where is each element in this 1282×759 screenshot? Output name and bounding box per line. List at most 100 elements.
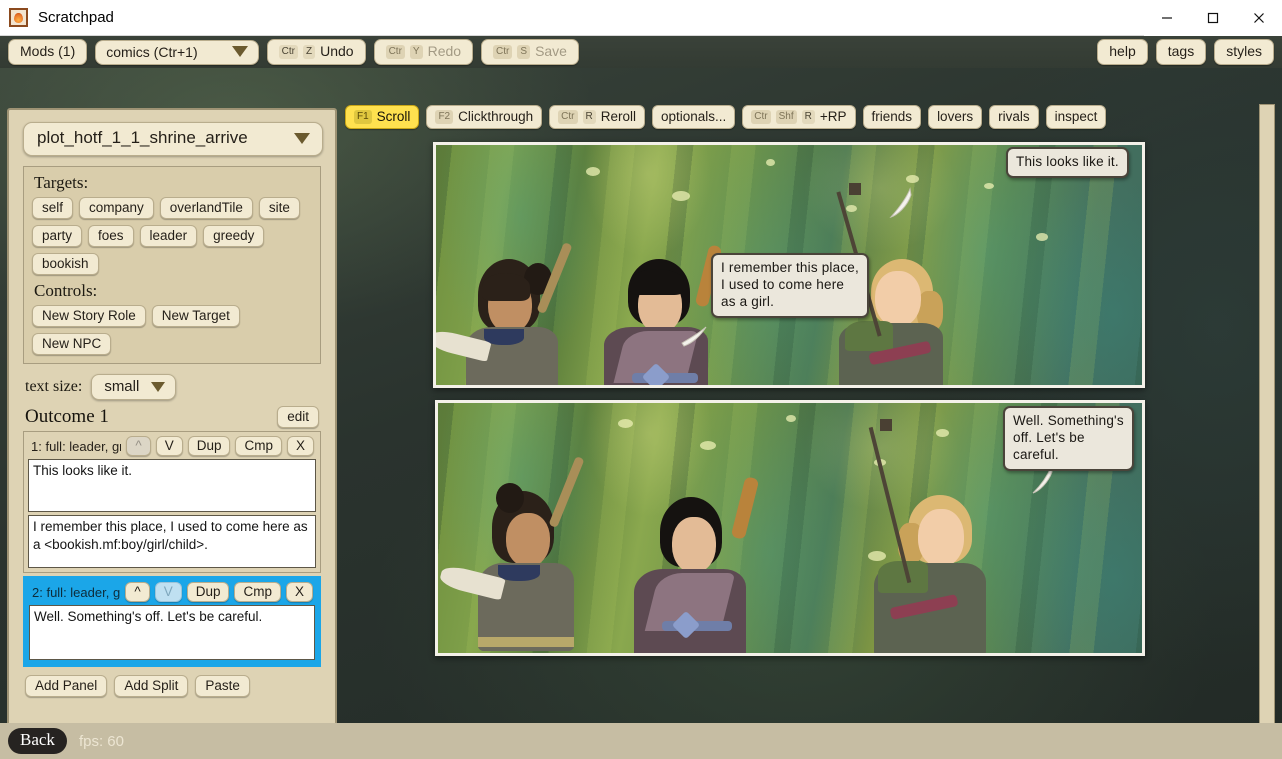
redo-button[interactable]: Ctr Y Redo	[373, 39, 474, 65]
targets-row-1: self company overlandTile site	[32, 197, 312, 219]
scene-dropdown[interactable]: plot_hotf_1_1_shrine_arrive	[23, 122, 323, 156]
reroll-label: Reroll	[600, 109, 636, 124]
panel-card[interactable]: 1: full: leader, gree... ^ V Dup Cmp X T…	[23, 431, 321, 573]
clickthrough-label: Clickthrough	[458, 109, 534, 124]
key-r: R	[582, 109, 596, 124]
view-toolbar: F1 Scroll F2 Clickthrough Ctr R Reroll o…	[345, 104, 1107, 130]
target-chip-company[interactable]: company	[79, 197, 154, 219]
key-z: Z	[302, 44, 316, 59]
maximize-icon[interactable]	[1190, 0, 1236, 36]
comic-panel-1[interactable]: This looks like it. I remember this plac…	[433, 142, 1145, 388]
app-flame-icon	[9, 8, 28, 27]
key-ctr: Ctr	[493, 44, 513, 59]
undo-button[interactable]: Ctr Z Undo	[266, 39, 366, 65]
optionals-button[interactable]: optionals...	[652, 105, 736, 129]
panel-card-selected[interactable]: 2: full: leader, gree... ^ V Dup Cmp X W…	[23, 576, 321, 667]
light-speck	[846, 205, 857, 212]
key-f2: F2	[435, 109, 454, 124]
panel-card-name: 1: full: leader, gree...	[31, 438, 121, 454]
outcome-header: Outcome 1 edit	[25, 406, 319, 428]
target-chip-self[interactable]: self	[32, 197, 74, 219]
panel-text-field[interactable]: I remember this place, I used to come he…	[28, 515, 316, 568]
text-size-value: small	[104, 378, 140, 395]
new-story-role-button[interactable]: New Story Role	[32, 305, 146, 327]
key-ctr: Ctr	[751, 109, 771, 124]
clickthrough-toggle[interactable]: F2 Clickthrough	[426, 105, 543, 129]
panel-move-up-button[interactable]: ^	[126, 436, 151, 456]
reroll-button[interactable]: Ctr R Reroll	[549, 105, 645, 129]
panel-actions: Add Panel Add Split Paste	[25, 675, 327, 697]
mods-button[interactable]: Mods (1)	[8, 39, 88, 65]
light-speck	[786, 415, 796, 422]
help-button[interactable]: help	[1097, 39, 1148, 65]
panel-compare-button[interactable]: Cmp	[235, 436, 282, 456]
add-rp-button[interactable]: Ctr Shf R +RP	[742, 105, 856, 129]
light-speck	[618, 419, 633, 428]
target-chip-leader[interactable]: leader	[139, 225, 198, 247]
light-speck	[766, 159, 775, 166]
target-chip-foes[interactable]: foes	[88, 225, 134, 247]
panel-move-down-button[interactable]: V	[154, 582, 182, 602]
chevron-down-icon	[231, 46, 248, 57]
panel-delete-button[interactable]: X	[285, 582, 313, 602]
light-speck	[1036, 233, 1048, 241]
inspect-button[interactable]: inspect	[1045, 105, 1107, 129]
styles-button[interactable]: styles	[1214, 39, 1274, 65]
window-title: Scratchpad	[38, 9, 114, 26]
vertical-scrollbar[interactable]	[1254, 102, 1280, 754]
panel-move-up-button[interactable]: ^	[125, 582, 150, 602]
project-dropdown[interactable]: comics (Ctr+1)	[95, 39, 259, 65]
light-speck	[984, 183, 994, 189]
target-chip-site[interactable]: site	[258, 197, 300, 219]
editor-sidebar: plot_hotf_1_1_shrine_arrive Targets: sel…	[7, 108, 337, 759]
panel-compare-button[interactable]: Cmp	[234, 582, 281, 602]
scrollbar-thumb[interactable]	[1259, 104, 1275, 752]
panel-delete-button[interactable]: X	[286, 436, 314, 456]
speech-bubble: This looks like it.	[1006, 147, 1129, 178]
edit-button[interactable]: edit	[277, 406, 319, 428]
comic-panel-2[interactable]: Well. Something's off. Let's be careful.	[435, 400, 1145, 656]
panel-card-header: 2: full: leader, gree... ^ V Dup Cmp X	[29, 581, 315, 605]
targets-controls-group: Targets: self company overlandTile site …	[23, 166, 321, 364]
add-split-button[interactable]: Add Split	[114, 675, 189, 697]
target-chip-greedy[interactable]: greedy	[203, 225, 265, 247]
target-chip-bookish[interactable]: bookish	[32, 253, 99, 275]
back-button[interactable]: Back	[8, 728, 67, 754]
panel-move-down-button[interactable]: V	[155, 436, 183, 456]
panel-text-field[interactable]: This looks like it.	[28, 459, 316, 512]
new-npc-button[interactable]: New NPC	[32, 333, 112, 355]
save-label: Save	[535, 43, 567, 59]
panel-text-field[interactable]: Well. Something's off. Let's be careful.	[29, 605, 315, 660]
paste-button[interactable]: Paste	[195, 675, 250, 697]
undo-label: Undo	[320, 43, 354, 59]
window-titlebar: Scratchpad	[0, 0, 1282, 36]
text-size-row: text size: small	[25, 374, 327, 400]
close-icon[interactable]	[1236, 0, 1282, 36]
character-figure	[438, 456, 594, 651]
targets-label: Targets:	[34, 173, 89, 192]
minimize-icon[interactable]	[1144, 0, 1190, 36]
new-target-button[interactable]: New Target	[151, 305, 240, 327]
chevron-down-icon	[294, 132, 310, 144]
add-panel-button[interactable]: Add Panel	[25, 675, 108, 697]
text-size-dropdown[interactable]: small	[91, 374, 177, 400]
tags-button[interactable]: tags	[1155, 39, 1207, 65]
status-bar: Back fps: 60	[0, 723, 1282, 759]
panel-duplicate-button[interactable]: Dup	[187, 436, 231, 456]
comic-canvas[interactable]: This looks like it. I remember this plac…	[345, 132, 1250, 759]
redo-label: Redo	[427, 43, 462, 59]
light-speck	[672, 191, 690, 201]
chevron-down-icon	[151, 381, 166, 392]
scroll-toggle[interactable]: F1 Scroll	[345, 105, 420, 129]
feather-icon	[889, 187, 912, 219]
save-button[interactable]: Ctr S Save	[481, 39, 579, 65]
panel-duplicate-button[interactable]: Dup	[186, 582, 230, 602]
character-figure	[856, 419, 1036, 653]
speech-bubble: Well. Something's off. Let's be careful.	[1003, 406, 1134, 471]
light-speck	[906, 175, 919, 183]
target-chip-overlandtile[interactable]: overlandTile	[159, 197, 253, 219]
lovers-button[interactable]: lovers	[928, 105, 983, 129]
friends-button[interactable]: friends	[862, 105, 922, 129]
target-chip-party[interactable]: party	[32, 225, 83, 247]
rivals-button[interactable]: rivals	[989, 105, 1039, 129]
